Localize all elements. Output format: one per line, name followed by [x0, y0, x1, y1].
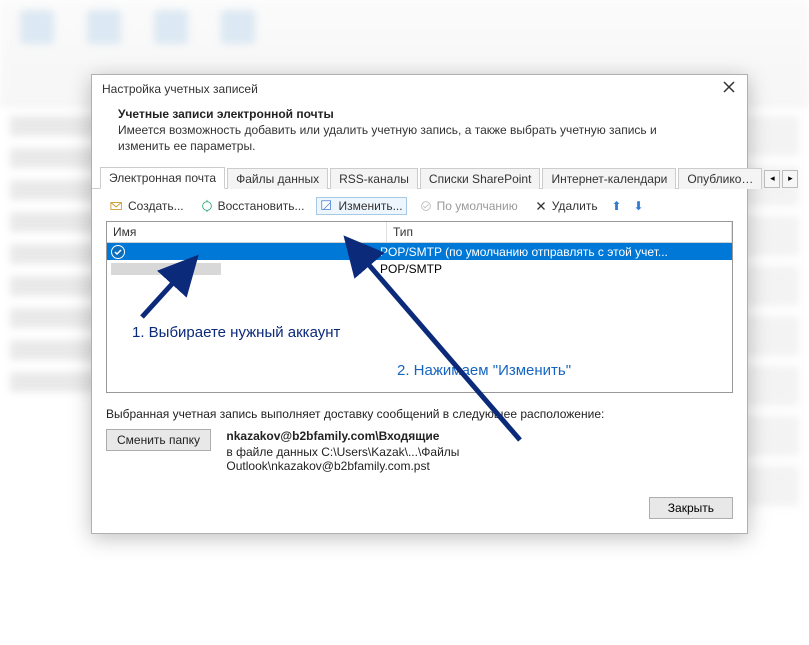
repair-button[interactable]: Восстановить...	[196, 197, 309, 215]
tab-rss[interactable]: RSS-каналы	[330, 168, 418, 189]
dialog-title: Настройка учетных записей	[102, 82, 258, 96]
default-check-icon	[111, 245, 125, 259]
repair-label: Восстановить...	[218, 199, 305, 213]
col-type[interactable]: Тип	[387, 222, 732, 242]
check-circle-icon	[419, 199, 433, 213]
header-block: Учетные записи электронной почты Имеется…	[92, 101, 747, 166]
tab-data-files[interactable]: Файлы данных	[227, 168, 328, 189]
col-name[interactable]: Имя	[107, 222, 387, 242]
move-up-button[interactable]: ⬆	[610, 199, 624, 213]
tab-scroll: ◂ ▸	[764, 170, 798, 188]
mail-new-icon	[110, 199, 124, 213]
delivery-location: nkazakov@b2bfamily.com\Входящие	[226, 429, 656, 443]
delete-icon	[534, 199, 548, 213]
tab-published[interactable]: Опублико…	[678, 168, 762, 189]
delivery-details: nkazakov@b2bfamily.com\Входящие в файле …	[226, 429, 656, 473]
set-default-button[interactable]: По умолчанию	[415, 197, 522, 215]
tab-scroll-left[interactable]: ◂	[764, 170, 780, 188]
account-row[interactable]: POP/SMTP (по умолчанию отправлять с этой…	[107, 243, 732, 260]
row-type-cell: POP/SMTP (по умолчанию отправлять с этой…	[378, 245, 732, 259]
tab-email[interactable]: Электронная почта	[100, 167, 225, 189]
titlebar: Настройка учетных записей	[92, 75, 747, 101]
change-folder-button[interactable]: Сменить папку	[106, 429, 211, 451]
row-type-cell: POP/SMTP	[378, 262, 732, 276]
change-label: Изменить...	[338, 199, 402, 213]
tab-scroll-right[interactable]: ▸	[782, 170, 798, 188]
row-name-cell	[107, 263, 378, 275]
close-button[interactable]: Закрыть	[649, 497, 733, 519]
list-header: Имя Тип	[107, 222, 732, 243]
tab-sharepoint[interactable]: Списки SharePoint	[420, 168, 541, 189]
dialog-description: Имеется возможность добавить или удалить…	[118, 123, 678, 154]
delivery-intro: Выбранная учетная запись выполняет доста…	[106, 407, 733, 421]
change-button[interactable]: Изменить...	[316, 197, 406, 215]
delete-button[interactable]: Удалить	[530, 197, 602, 215]
repair-icon	[200, 199, 214, 213]
create-label: Создать...	[128, 199, 184, 213]
dialog-heading: Учетные записи электронной почты	[118, 107, 727, 121]
edit-icon	[320, 199, 334, 213]
dialog-footer: Закрыть	[92, 479, 747, 533]
create-button[interactable]: Создать...	[106, 197, 188, 215]
delivery-path: в файле данных C:\Users\Kazak\...\Файлы …	[226, 445, 656, 473]
redacted-name	[111, 263, 221, 275]
tab-strip: Электронная почта Файлы данных RSS-канал…	[92, 166, 747, 189]
accounts-list: Имя Тип POP/SMTP (по умолчанию отправлят…	[106, 221, 733, 393]
move-down-button[interactable]: ⬇	[632, 199, 646, 213]
delete-label: Удалить	[552, 199, 598, 213]
close-icon[interactable]	[721, 81, 737, 97]
account-row[interactable]: POP/SMTP	[107, 260, 732, 277]
row-name-cell	[107, 245, 378, 259]
annotation-step2: 2. Нажимаем "Изменить"	[397, 362, 571, 379]
default-label: По умолчанию	[437, 199, 518, 213]
accounts-toolbar: Создать... Восстановить... Изменить... П…	[92, 189, 747, 221]
tab-internet-calendars[interactable]: Интернет-календари	[542, 168, 676, 189]
delivery-block: Выбранная учетная запись выполняет доста…	[92, 393, 747, 479]
account-settings-dialog: Настройка учетных записей Учетные записи…	[91, 74, 748, 534]
annotation-step1: 1. Выбираете нужный аккаунт	[132, 324, 340, 341]
